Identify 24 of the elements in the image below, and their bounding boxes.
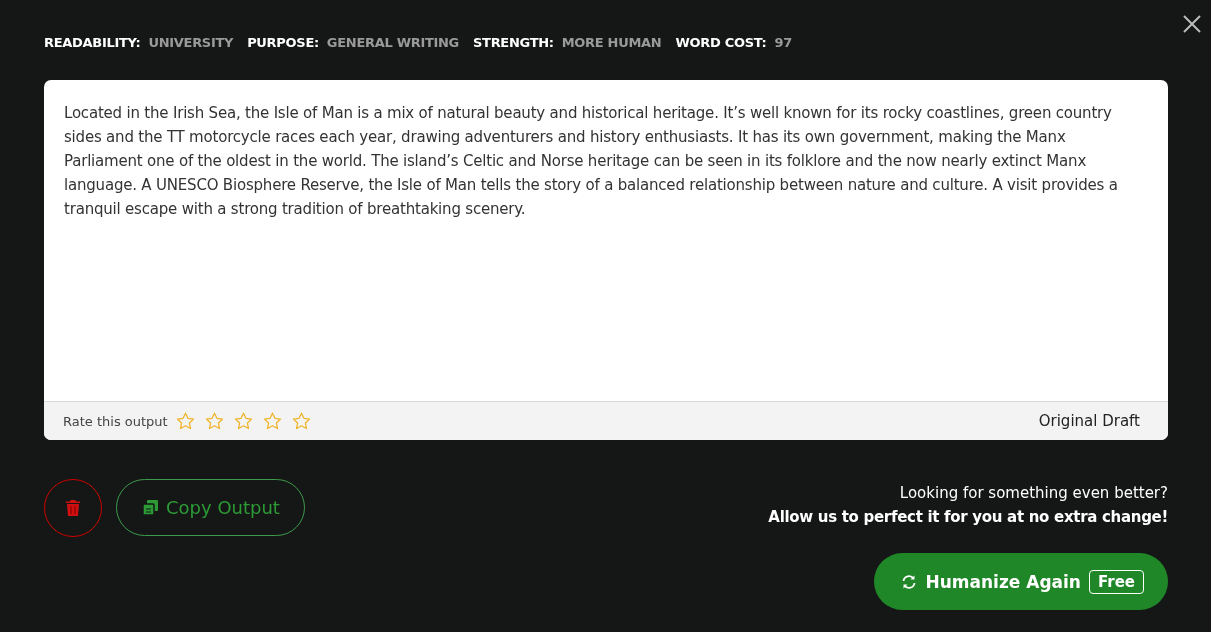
star-icon[interactable] [262, 412, 282, 430]
star-icon[interactable] [233, 412, 253, 430]
close-icon[interactable] [1182, 14, 1202, 34]
meta-label: WORD COST: [675, 34, 767, 50]
humanize-again-button[interactable]: Humanize Again Free [874, 553, 1168, 610]
promo-text: Allow us to perfect it for you at no extra change! [768, 507, 1168, 528]
draft-label: Original Draft [1038, 412, 1140, 430]
promo-text: Looking for something even better? [899, 483, 1168, 504]
output-text: Located in the Irish Sea, the Isle of Man is a mix of natural beauty and historical heritage. It’s well known for its rocky coastlines, green country sides and the TT motorcycle races each year, drawing adventurers and history enthusiasts. It has its own government, making the Manx Parliament one of the oldest in the world. The island’s Celtic and Norse heritage can be seen in its folklore and the now nearly extinct Manx language. A UNESCO Biosphere Reserve, the Isle of Man tells the story of a balanced relationship between nature and culture. A visit provides a tranquil escape with a strong tradition of breathtaking scenery. [63, 103, 1119, 220]
meta-label: STRENGTH: [473, 34, 554, 50]
trash-icon [66, 499, 80, 516]
meta-label: READABILITY: [44, 34, 141, 50]
star-icon[interactable] [175, 412, 195, 430]
refresh-icon [901, 573, 918, 590]
copy-icon [143, 500, 158, 515]
free-badge: Free [1088, 569, 1144, 594]
meta-value: GENERAL WRITING [326, 34, 459, 50]
star-icon[interactable] [204, 412, 224, 430]
rate-label: Rate this output [63, 413, 168, 429]
meta-label: PURPOSE: [247, 34, 319, 50]
meta-value: MORE HUMAN [561, 34, 662, 50]
meta-value: UNIVERSITY [148, 34, 234, 50]
meta-value: 97 [774, 34, 792, 50]
star-icon[interactable] [291, 412, 311, 430]
